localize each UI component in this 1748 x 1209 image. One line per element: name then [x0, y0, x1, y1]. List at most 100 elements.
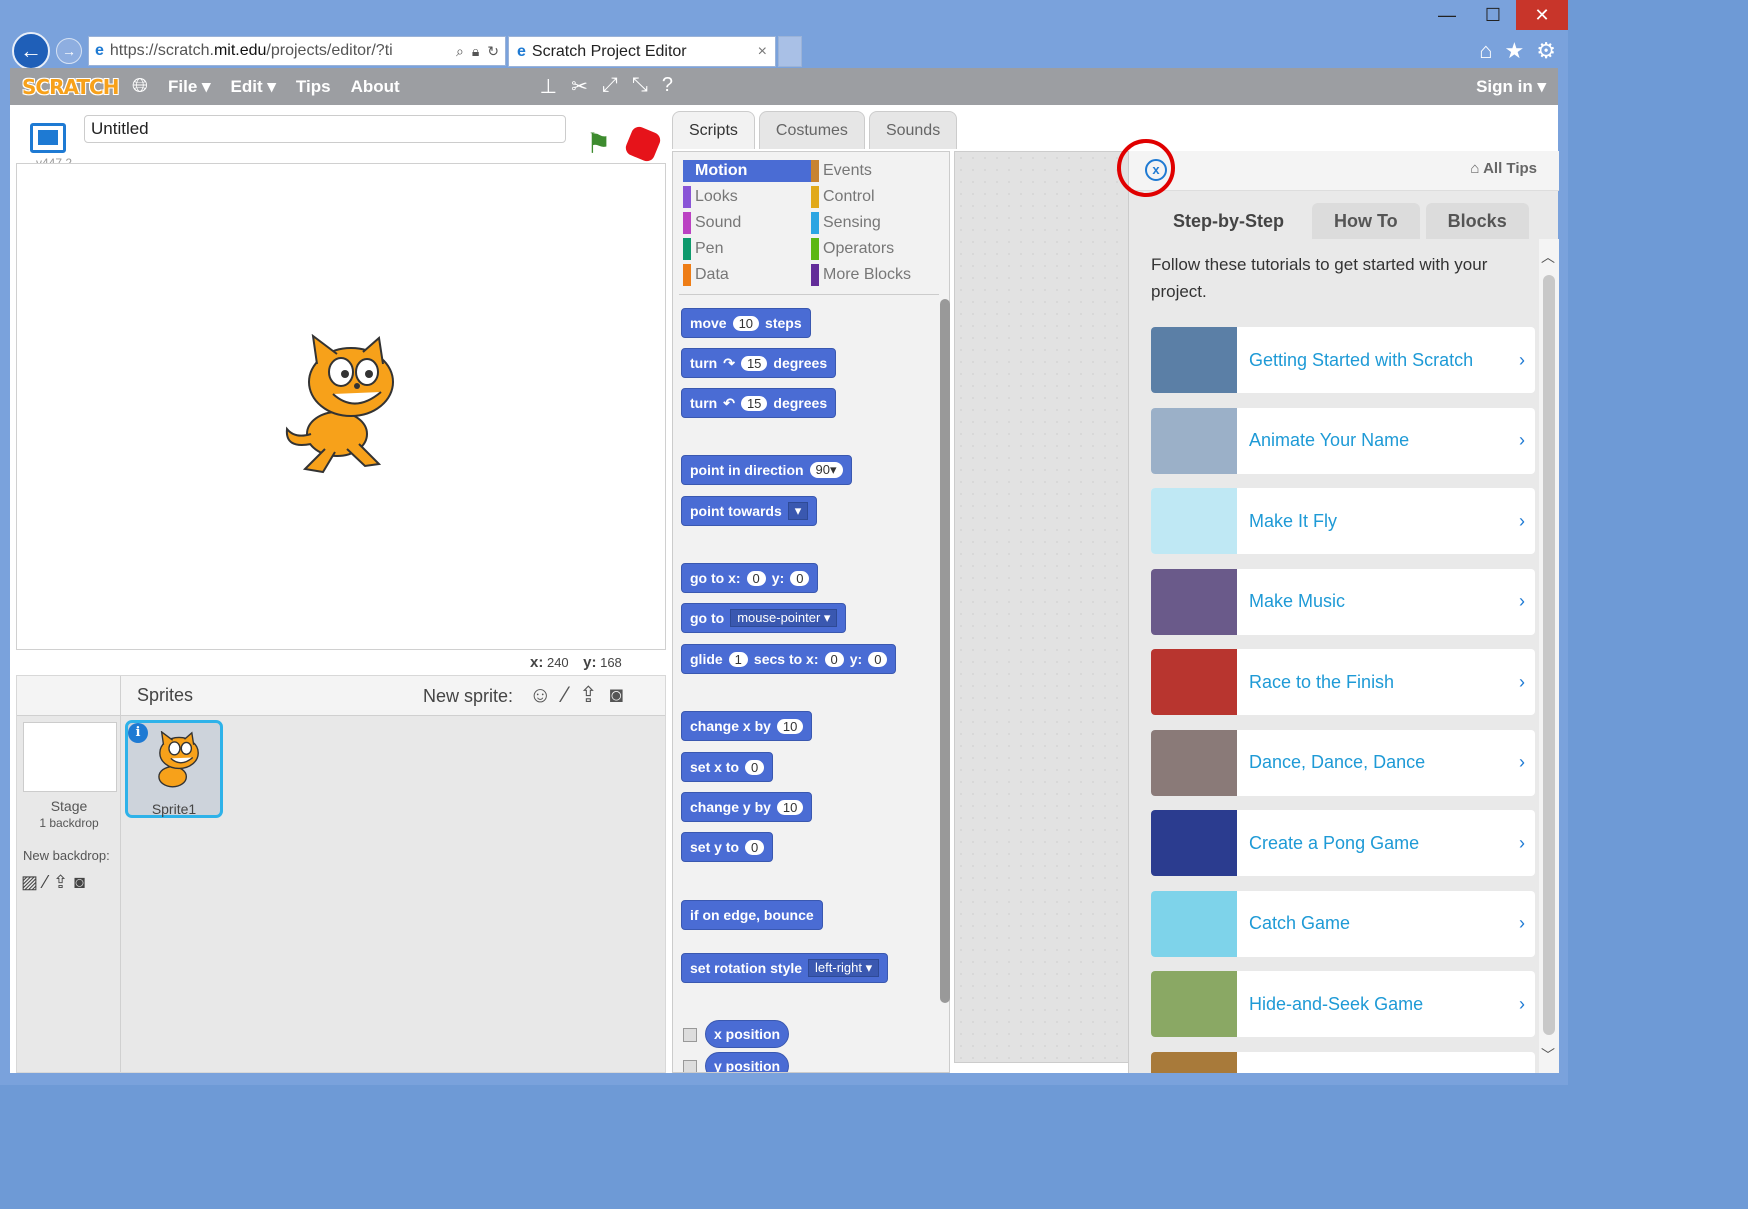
sign-in-menu[interactable]: Sign in ▾	[1476, 77, 1546, 97]
settings-gear-icon[interactable]: ⚙	[1536, 38, 1556, 64]
x-value: 240	[546, 655, 569, 670]
new-tab-button[interactable]	[778, 36, 802, 67]
tab-step-by-step[interactable]: Step-by-Step	[1151, 203, 1307, 239]
scratch-logo[interactable]: SCRATCH	[22, 75, 122, 99]
tutorial-card[interactable]: Animate Your Name ›	[1151, 407, 1535, 474]
file-menu[interactable]: File ▾	[168, 77, 211, 97]
category-motion[interactable]: Motion	[683, 160, 811, 182]
close-tab-icon[interactable]: ×	[758, 43, 767, 61]
tab-blocks[interactable]: Blocks	[1425, 203, 1529, 239]
refresh-icon[interactable]: ↻	[487, 43, 499, 60]
x-position-checkbox[interactable]	[683, 1028, 697, 1042]
tips-scroll-thumb[interactable]	[1543, 275, 1555, 1035]
block-set-y[interactable]: set y to 0	[681, 832, 774, 862]
search-icon[interactable]: ⌕	[456, 43, 464, 60]
tutorial-card[interactable]: Race to the Finish ›	[1151, 649, 1535, 715]
block-y-position[interactable]: y position	[705, 1052, 790, 1072]
minimize-button[interactable]: —	[1424, 0, 1470, 30]
lock-icon[interactable]: 🔒︎	[472, 43, 479, 60]
language-globe-icon[interactable]: 🌐︎	[132, 75, 148, 98]
scripts-area[interactable]	[954, 151, 1130, 1063]
tutorial-thumbnail	[1151, 649, 1237, 715]
camera-backdrop-icon[interactable]: ◙	[74, 872, 85, 893]
block-change-x[interactable]: change x by 10	[681, 711, 813, 741]
close-window-button[interactable]: ✕	[1516, 0, 1568, 30]
category-data[interactable]: Data	[683, 264, 811, 286]
backdrop-library-icon[interactable]: ▨	[21, 872, 38, 893]
stage-canvas[interactable]	[16, 163, 666, 650]
upload-sprite-icon[interactable]: ⇪	[579, 682, 597, 708]
tab-sounds[interactable]: Sounds	[868, 111, 958, 149]
scroll-down-icon[interactable]: ﹀	[1541, 1045, 1555, 1065]
block-move[interactable]: move 10 steps	[681, 308, 811, 338]
home-icon: ⌂	[1470, 160, 1480, 177]
favorites-star-icon[interactable]: ★	[1505, 38, 1525, 64]
block-go-to[interactable]: go to mouse-pointer ▾	[681, 603, 847, 633]
duplicate-stamp-icon[interactable]: ⊥	[540, 74, 557, 99]
category-looks[interactable]: Looks	[683, 186, 811, 208]
tab-costumes[interactable]: Costumes	[758, 111, 865, 149]
address-bar[interactable]: e https://scratch. mit.edu/projects/edito…	[88, 36, 506, 66]
y-position-checkbox[interactable]	[683, 1060, 697, 1072]
tab-scripts[interactable]: Scripts	[672, 111, 755, 149]
tutorial-card[interactable]: Create a Virtual Pet›	[1151, 1051, 1535, 1073]
camera-sprite-icon[interactable]: ◙	[610, 682, 623, 708]
block-glide[interactable]: glide 1 secs to x: 0 y: 0	[681, 644, 897, 674]
scratch-editor: v447.2 ⚑ x: 240	[10, 105, 1559, 1073]
block-turn-left[interactable]: turn ↶ 15 degrees	[681, 388, 837, 418]
block-point-in-direction[interactable]: point in direction 90▾	[681, 455, 852, 485]
home-icon[interactable]: ⌂	[1479, 38, 1492, 64]
category-sound[interactable]: Sound	[683, 212, 811, 234]
stage-thumbnail[interactable]	[23, 722, 117, 792]
block-x-position[interactable]: x position	[705, 1020, 790, 1048]
tutorial-card[interactable]: Create a Pong Game ›	[1151, 810, 1535, 876]
edit-menu[interactable]: Edit ▾	[231, 77, 276, 97]
tab-how-to[interactable]: How To	[1312, 203, 1420, 239]
tutorial-card[interactable]: Dance, Dance, Dance ›	[1151, 729, 1535, 796]
maximize-button[interactable]: ☐	[1470, 0, 1516, 30]
back-arrow-icon[interactable]: ←	[12, 32, 50, 70]
tutorial-title: Dance, Dance, Dance	[1249, 752, 1426, 772]
block-change-y[interactable]: change y by 10	[681, 792, 813, 822]
sprite-library-icon[interactable]: ☺	[529, 682, 551, 708]
block-turn-right[interactable]: turn ↷ 15 degrees	[681, 348, 837, 378]
grow-icon[interactable]: ⤢	[602, 74, 618, 99]
about-menu[interactable]: About	[351, 77, 400, 97]
block-go-to-xy[interactable]: go to x: 0 y: 0	[681, 563, 819, 593]
project-title-input[interactable]	[84, 115, 566, 143]
block-set-rotation-style[interactable]: set rotation style left-right ▾	[681, 953, 889, 983]
browser-tab[interactable]: e Scratch Project Editor ×	[508, 36, 776, 67]
green-flag-icon[interactable]: ⚑	[586, 127, 611, 160]
cat-sprite[interactable]	[275, 334, 405, 474]
block-if-on-edge-bounce[interactable]: if on edge, bounce	[681, 900, 823, 930]
category-events[interactable]: Events	[811, 160, 939, 182]
all-tips-link[interactable]: ⌂ All Tips	[1470, 160, 1537, 177]
tutorial-card[interactable]: Getting Started with Scratch ›	[1151, 327, 1535, 393]
upload-backdrop-icon[interactable]: ⇪	[53, 872, 68, 893]
category-control[interactable]: Control	[811, 186, 939, 208]
sprite1-card[interactable]: i Sprite1	[125, 720, 223, 818]
paint-backdrop-icon[interactable]: ⁄	[44, 872, 47, 893]
tutorial-card[interactable]: Make It Fly ›	[1151, 488, 1535, 554]
palette-scrollbar[interactable]	[940, 299, 950, 1003]
chevron-right-icon: ›	[1519, 510, 1525, 531]
tutorial-card[interactable]: Catch Game ›	[1151, 890, 1535, 957]
cut-scissors-icon[interactable]: ✂	[571, 74, 588, 99]
forward-arrow-icon[interactable]: →	[56, 38, 82, 64]
tutorial-card[interactable]: Hide-and-Seek Game ›	[1151, 971, 1535, 1037]
paint-sprite-icon[interactable]: ⁄	[563, 682, 567, 708]
stop-sign-icon[interactable]	[623, 124, 663, 164]
tips-menu[interactable]: Tips	[296, 77, 331, 97]
tips-scrollbar[interactable]: ︿ ﹀	[1539, 239, 1559, 1073]
block-point-towards[interactable]: point towards ▾	[681, 496, 818, 526]
category-operators[interactable]: Operators	[811, 238, 939, 260]
shrink-icon[interactable]: ⤡	[632, 74, 648, 99]
tutorial-card[interactable]: Make Music ›	[1151, 568, 1535, 635]
category-more-blocks[interactable]: More Blocks	[811, 264, 939, 286]
help-icon[interactable]: ?	[662, 74, 673, 99]
category-pen[interactable]: Pen	[683, 238, 811, 260]
block-set-x[interactable]: set x to 0	[681, 752, 774, 782]
category-sensing[interactable]: Sensing	[811, 212, 939, 234]
fullscreen-icon[interactable]	[30, 123, 66, 153]
scroll-up-icon[interactable]: ︿	[1541, 247, 1555, 267]
